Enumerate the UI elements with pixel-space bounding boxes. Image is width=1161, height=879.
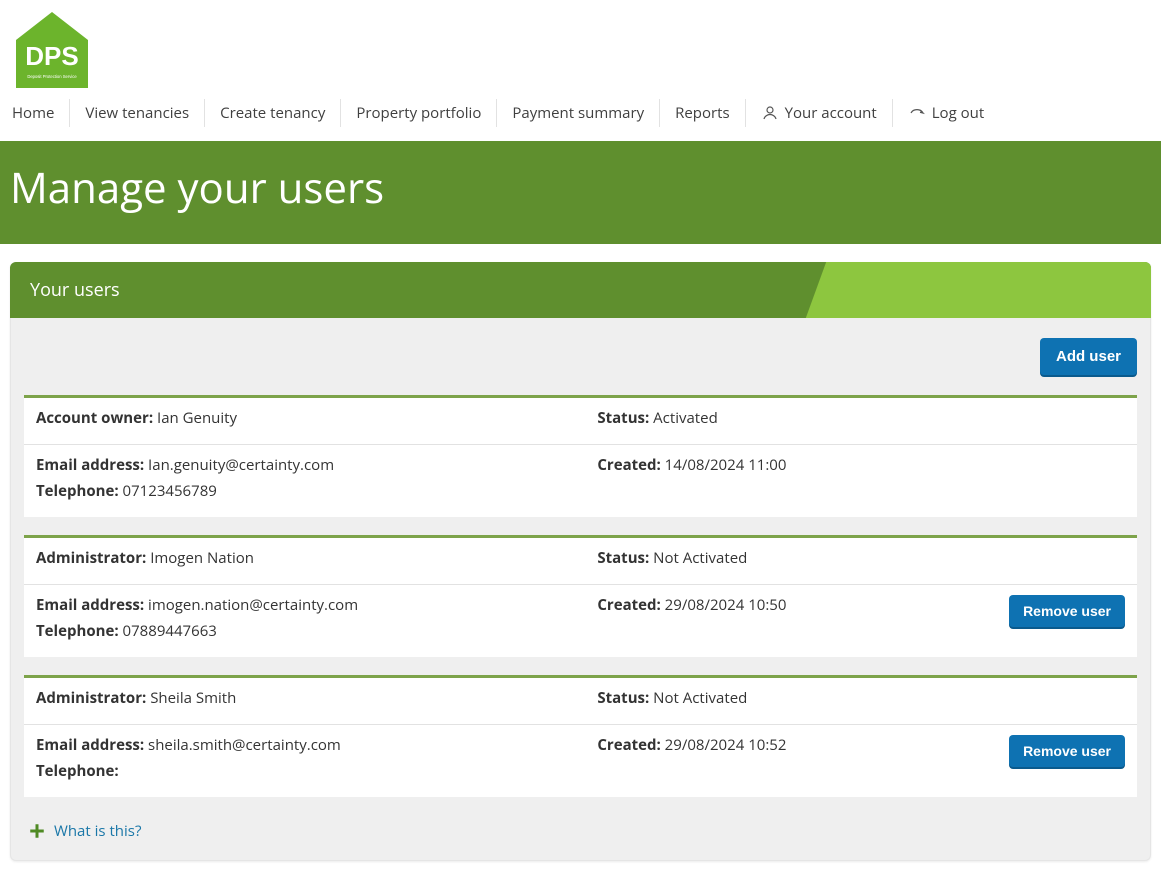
nav-log-out-label: Log out [932,103,984,123]
add-user-button[interactable]: Add user [1040,338,1137,375]
user-role-name: Account owner: Ian Genuity [36,408,597,428]
main-nav: Home View tenancies Create tenancy Prope… [0,99,1161,141]
user-card-detail-row: Email address: Ian.genuity@certainty.com… [24,445,1137,517]
user-card-header-row: Administrator: Imogen NationStatus: Not … [24,538,1137,585]
user-card: Administrator: Imogen NationStatus: Not … [24,535,1137,657]
nav-your-account-label: Your account [785,103,877,123]
users-panel: Your users Add user Account owner: Ian G… [10,262,1151,861]
page-title: Manage your users [0,141,1161,244]
logo-container: DPS Deposit Protection Service [0,0,1161,99]
user-status: Status: Not Activated [597,548,934,568]
nav-reports[interactable]: Reports [660,99,746,127]
dps-logo: DPS Deposit Protection Service [12,10,92,90]
user-card-header-row: Administrator: Sheila SmithStatus: Not A… [24,678,1137,725]
user-role-name: Administrator: Imogen Nation [36,548,597,568]
remove-user-button[interactable]: Remove user [1009,595,1125,627]
nav-property-portfolio[interactable]: Property portfolio [341,99,497,127]
nav-create-tenancy[interactable]: Create tenancy [205,99,341,127]
user-telephone: Telephone: 07123456789 [36,481,597,501]
user-role-name: Administrator: Sheila Smith [36,688,597,708]
user-card-detail-row: Email address: imogen.nation@certainty.c… [24,585,1137,657]
nav-log-out[interactable]: Log out [893,99,999,127]
help-row: What is this? [10,815,1151,851]
what-is-this-link[interactable]: What is this? [54,821,141,841]
user-status: Status: Activated [597,408,934,428]
nav-your-account[interactable]: Your account [746,99,893,127]
user-telephone: Telephone: 07889447663 [36,621,597,641]
add-user-row: Add user [10,318,1151,395]
logout-arrow-icon [908,104,926,122]
nav-view-tenancies[interactable]: View tenancies [70,99,205,127]
nav-payment-summary[interactable]: Payment summary [497,99,660,127]
panel-header: Your users [10,262,1151,318]
user-email: Email address: sheila.smith@certainty.co… [36,735,597,755]
plus-icon [28,822,46,840]
user-card: Account owner: Ian GenuityStatus: Activa… [24,395,1137,517]
remove-user-button[interactable]: Remove user [1009,735,1125,767]
svg-text:Deposit Protection Service: Deposit Protection Service [27,74,77,79]
user-card: Administrator: Sheila SmithStatus: Not A… [24,675,1137,797]
user-status: Status: Not Activated [597,688,934,708]
svg-text:DPS: DPS [25,41,78,71]
user-email: Email address: imogen.nation@certainty.c… [36,595,597,615]
user-email: Email address: Ian.genuity@certainty.com [36,455,597,475]
panel-title: Your users [30,278,120,302]
user-created: Created: 29/08/2024 10:52 [597,735,934,755]
nav-home[interactable]: Home [12,99,70,127]
user-card-header-row: Account owner: Ian GenuityStatus: Activa… [24,398,1137,445]
user-created: Created: 29/08/2024 10:50 [597,595,934,615]
user-telephone: Telephone: [36,761,597,781]
user-card-detail-row: Email address: sheila.smith@certainty.co… [24,725,1137,797]
user-created: Created: 14/08/2024 11:00 [597,455,934,475]
user-icon [761,104,779,122]
